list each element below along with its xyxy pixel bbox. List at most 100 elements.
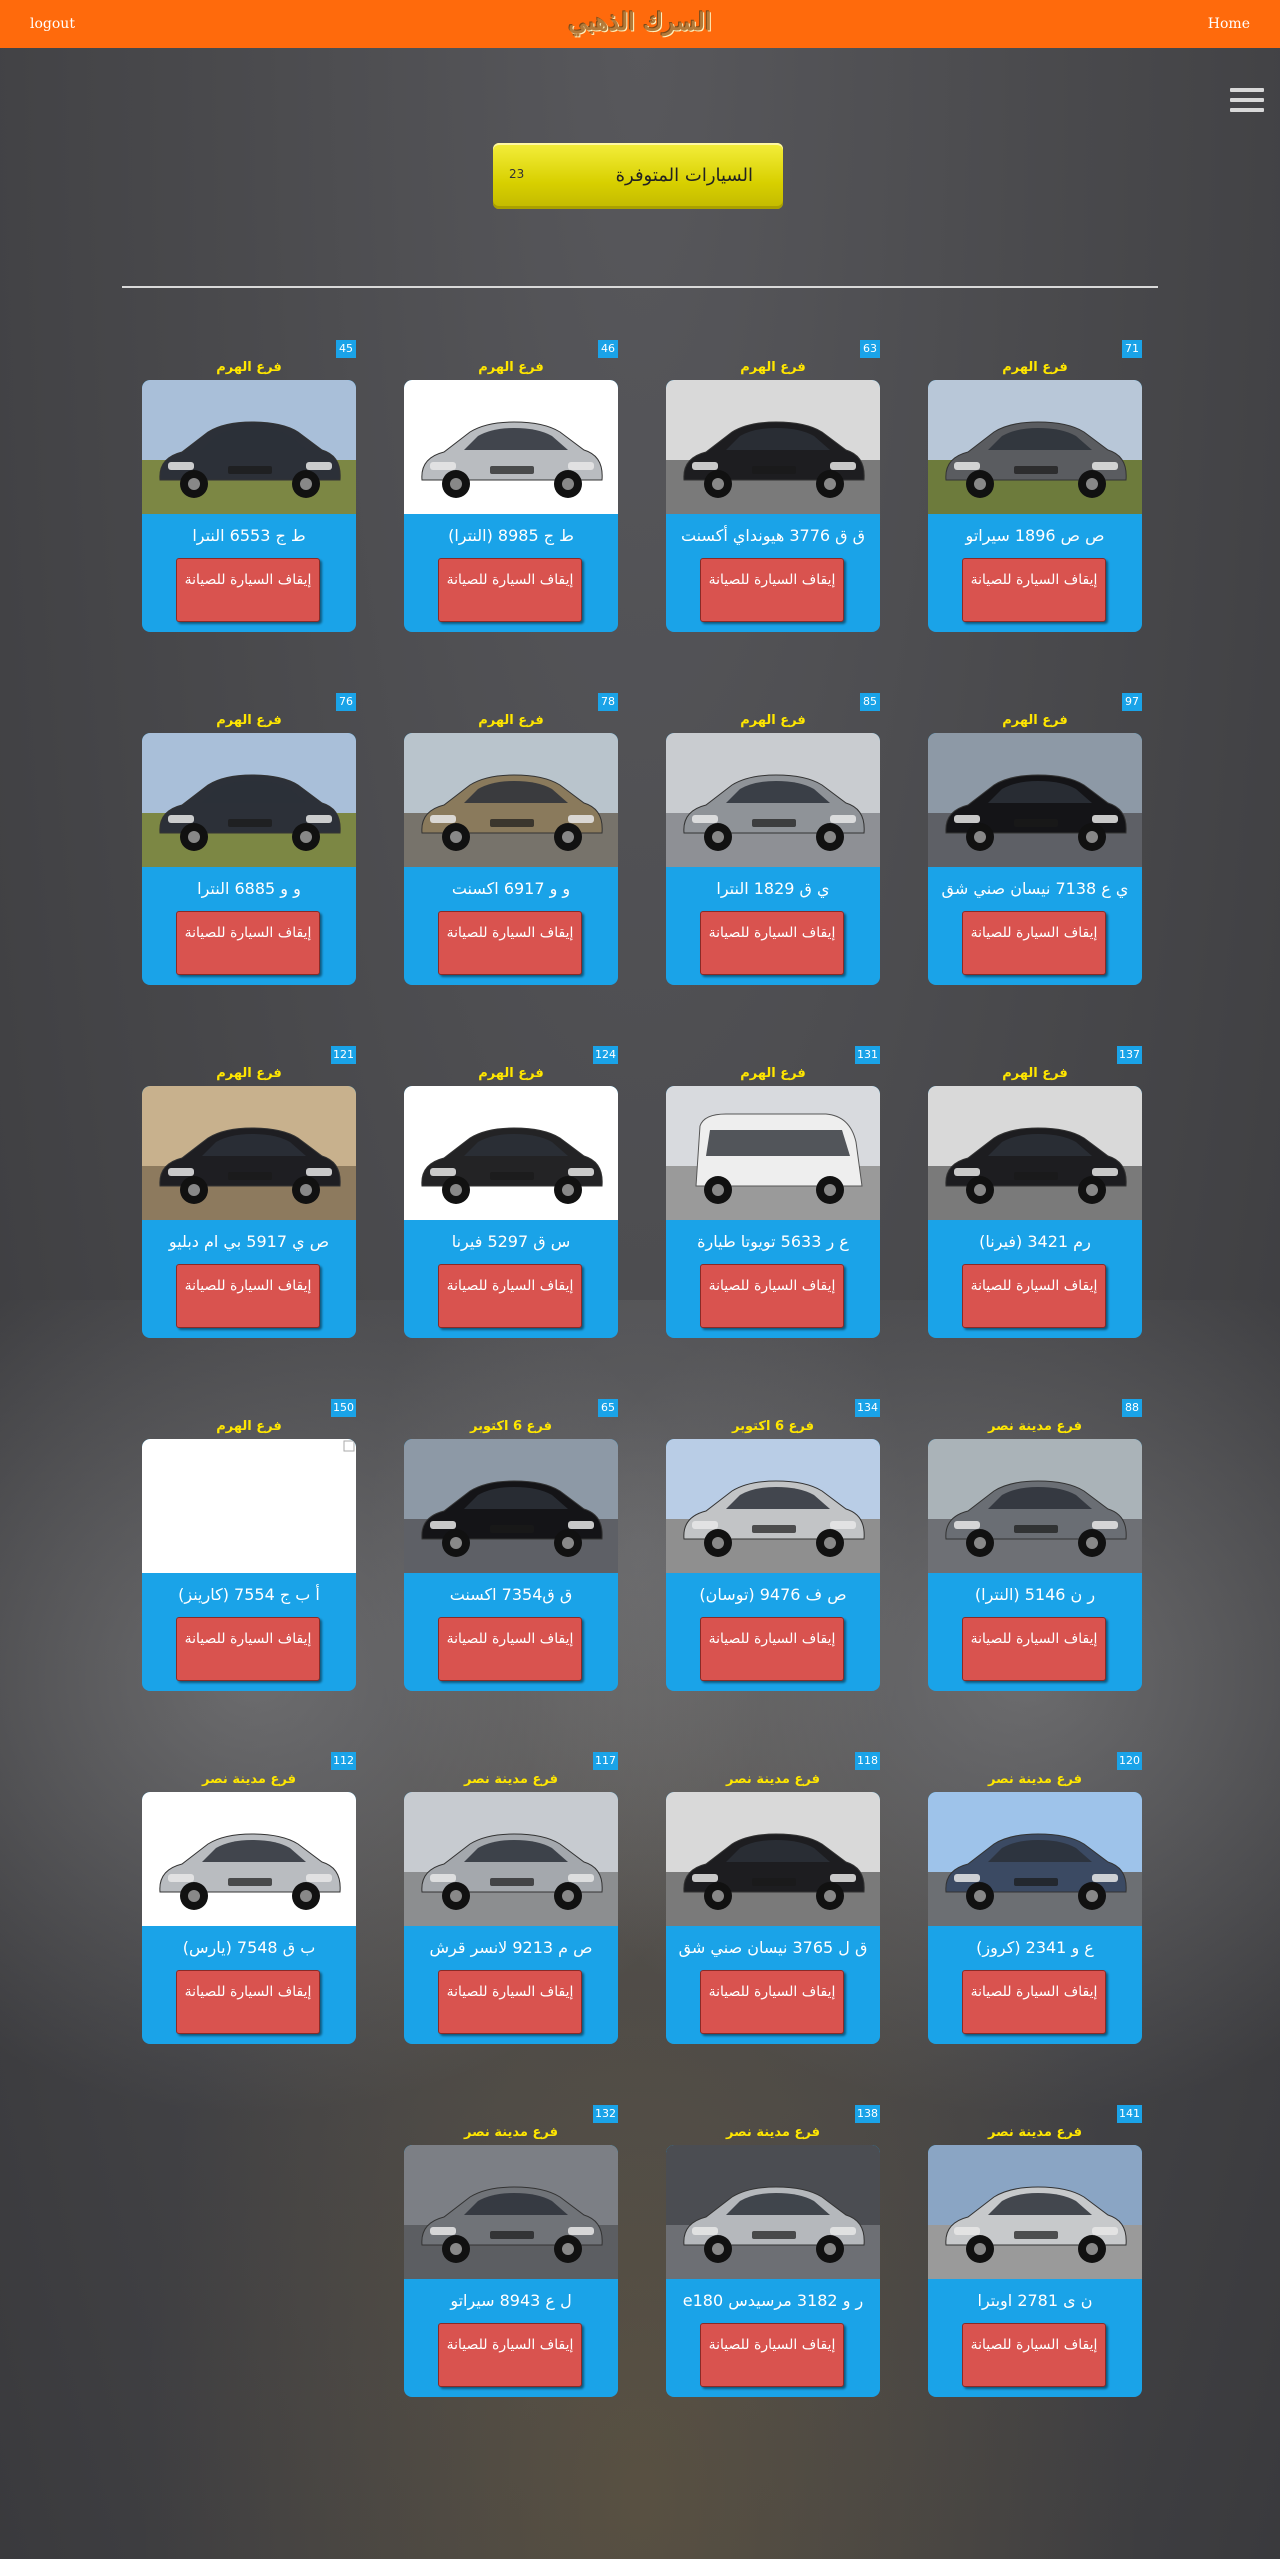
car-card-body: ق ق7354 اكسنت إيقاف السيارة للصيانة bbox=[404, 1439, 618, 1691]
car-card: 88 فرع مدينة نصر ر ن 5146 (النترا) إيقاف ا… bbox=[928, 1399, 1142, 1691]
car-card: 45 فرع الهرم ط ج 6553 النترا إيقاف السيارة… bbox=[142, 340, 356, 632]
car-photo bbox=[666, 2145, 880, 2279]
car-card-body: ر و 3182 مرسيدس e180 إيقاف السيارة للصيان… bbox=[666, 2145, 880, 2397]
car-branch: فرع الهرم bbox=[478, 360, 544, 375]
home-link[interactable]: Home bbox=[1208, 16, 1250, 32]
car-id-badge: 97 bbox=[1122, 693, 1142, 711]
car-branch: فرع الهرم bbox=[216, 1066, 282, 1081]
car-photo bbox=[928, 733, 1142, 867]
car-id-badge: 118 bbox=[855, 1752, 880, 1770]
car-branch: فرع الهرم bbox=[1002, 1066, 1068, 1081]
car-plate: ص م 9213 لانسر قرش bbox=[429, 1938, 593, 1957]
car-card-body: رم 3421 (فيرنا) إيقاف السيارة للصيانة bbox=[928, 1086, 1142, 1338]
stop-for-maintenance-button[interactable]: إيقاف السيارة للصيانة bbox=[438, 1970, 582, 2034]
car-card: 131 فرع الهرم ع ر 5633 تويوتا طيارة إيقاف … bbox=[666, 1046, 880, 1338]
car-card-body: ر ن 5146 (النترا) إيقاف السيارة للصيانة bbox=[928, 1439, 1142, 1691]
car-card: 132 فرع مدينة نصر ل ع 8943 سيراتو إيقاف ال… bbox=[404, 2105, 618, 2397]
car-branch: فرع مدينة نصر bbox=[988, 1419, 1082, 1434]
car-card: 63 فرع الهرم ق ق 3776 هيونداي أكسنت إيقاف … bbox=[666, 340, 880, 632]
car-card: 78 فرع الهرم و و 6917 اكسنت إيقاف السيارة … bbox=[404, 693, 618, 985]
car-photo bbox=[928, 380, 1142, 514]
car-plate: ن ى 2781 اوبترا bbox=[977, 2291, 1093, 2310]
car-plate: و و 6885 النترا bbox=[197, 879, 301, 898]
stop-for-maintenance-button[interactable]: إيقاف السيارة للصيانة bbox=[438, 558, 582, 622]
car-branch: فرع الهرم bbox=[216, 1419, 282, 1434]
car-card-body: س ق 5297 فيرنا إيقاف السيارة للصيانة bbox=[404, 1086, 618, 1338]
car-id-badge: 132 bbox=[593, 2105, 618, 2123]
stop-for-maintenance-button[interactable]: إيقاف السيارة للصيانة bbox=[438, 1264, 582, 1328]
divider bbox=[122, 286, 1158, 288]
car-photo bbox=[928, 1086, 1142, 1220]
logout-link[interactable]: logout bbox=[30, 16, 75, 32]
car-branch: فرع الهرم bbox=[740, 713, 806, 728]
stop-for-maintenance-button[interactable]: إيقاف السيارة للصيانة bbox=[962, 2323, 1106, 2387]
car-photo bbox=[404, 1792, 618, 1926]
car-id-badge: 78 bbox=[598, 693, 618, 711]
available-count: 23 bbox=[509, 167, 525, 181]
car-photo bbox=[928, 2145, 1142, 2279]
car-plate: ر و 3182 مرسيدس e180 bbox=[682, 2291, 864, 2310]
car-plate: ق ق 3776 هيونداي أكسنت bbox=[680, 526, 866, 545]
car-card-body: ي ق 1829 النترا إيقاف السيارة للصيانة bbox=[666, 733, 880, 985]
car-plate: ل ع 8943 سيراتو bbox=[450, 2291, 572, 2310]
available-cars-badge: 23 السيارات المتوفرة bbox=[493, 143, 783, 209]
stop-for-maintenance-button[interactable]: إيقاف السيارة للصيانة bbox=[176, 1970, 320, 2034]
car-card: 46 فرع الهرم ط ج 8985 (النترا) إيقاف السيا… bbox=[404, 340, 618, 632]
stop-for-maintenance-button[interactable]: إيقاف السيارة للصيانة bbox=[700, 1970, 844, 2034]
car-branch: فرع مدينة نصر bbox=[988, 1772, 1082, 1787]
car-plate: ص ف 9476 (توسان) bbox=[699, 1585, 847, 1604]
car-card: 141 فرع مدينة نصر ن ى 2781 اوبترا إيقاف ال… bbox=[928, 2105, 1142, 2397]
car-id-badge: 121 bbox=[331, 1046, 356, 1064]
car-card: 112 فرع مدينة نصر ب ق 7548 (يارس) إيقاف ال… bbox=[142, 1752, 356, 2044]
car-photo bbox=[404, 1086, 618, 1220]
stop-for-maintenance-button[interactable]: إيقاف السيارة للصيانة bbox=[700, 911, 844, 975]
car-card: 118 فرع مدينة نصر ق ل 3765 نيسان صني شق إي… bbox=[666, 1752, 880, 2044]
car-id-badge: 120 bbox=[1117, 1752, 1142, 1770]
car-plate: ع ر 5633 تويوتا طيارة bbox=[697, 1232, 849, 1251]
car-card-body: ي ع 7138 نيسان صني شق إيقاف السيارة للصيا… bbox=[928, 733, 1142, 985]
car-plate: ي ق 1829 النترا bbox=[716, 879, 830, 898]
car-plate: و و 6917 اكسنت bbox=[451, 879, 571, 898]
car-card: 117 فرع مدينة نصر ص م 9213 لانسر قرش إيقاف… bbox=[404, 1752, 618, 2044]
car-photo bbox=[142, 733, 356, 867]
car-id-badge: 85 bbox=[860, 693, 880, 711]
stop-for-maintenance-button[interactable]: إيقاف السيارة للصيانة bbox=[176, 1264, 320, 1328]
car-id-badge: 124 bbox=[593, 1046, 618, 1064]
car-card: 121 فرع الهرم ص ي 5917 بي ام دبليو إيقاف ا… bbox=[142, 1046, 356, 1338]
stop-for-maintenance-button[interactable]: إيقاف السيارة للصيانة bbox=[438, 2323, 582, 2387]
stop-for-maintenance-button[interactable]: إيقاف السيارة للصيانة bbox=[438, 911, 582, 975]
car-card-body: و و 6885 النترا إيقاف السيارة للصيانة bbox=[142, 733, 356, 985]
stop-for-maintenance-button[interactable]: إيقاف السيارة للصيانة bbox=[962, 1970, 1106, 2034]
car-plate: أ ب ج 7554 (كارينز) bbox=[178, 1585, 320, 1604]
car-card: 150 فرع الهرم أ ب ج 7554 (كارينز) إيقاف الس… bbox=[142, 1399, 356, 1691]
car-photo bbox=[404, 733, 618, 867]
stop-for-maintenance-button[interactable]: إيقاف السيارة للصيانة bbox=[176, 558, 320, 622]
stop-for-maintenance-button[interactable]: إيقاف السيارة للصيانة bbox=[700, 1264, 844, 1328]
car-plate: ط ج 8985 (النترا) bbox=[448, 526, 574, 545]
car-photo bbox=[142, 1792, 356, 1926]
stop-for-maintenance-button[interactable]: إيقاف السيارة للصيانة bbox=[176, 1617, 320, 1681]
stop-for-maintenance-button[interactable]: إيقاف السيارة للصيانة bbox=[700, 558, 844, 622]
stop-for-maintenance-button[interactable]: إيقاف السيارة للصيانة bbox=[962, 1617, 1106, 1681]
car-branch: فرع الهرم bbox=[1002, 713, 1068, 728]
stop-for-maintenance-button[interactable]: إيقاف السيارة للصيانة bbox=[176, 911, 320, 975]
car-branch: فرع الهرم bbox=[740, 360, 806, 375]
menu-icon[interactable] bbox=[1230, 88, 1264, 114]
stop-for-maintenance-button[interactable]: إيقاف السيارة للصيانة bbox=[700, 1617, 844, 1681]
car-card: 120 فرع مدينة نصر ع و 2341 (كروز) إيقاف ال… bbox=[928, 1752, 1142, 2044]
stop-for-maintenance-button[interactable]: إيقاف السيارة للصيانة bbox=[962, 558, 1106, 622]
car-card-body: ع و 2341 (كروز) إيقاف السيارة للصيانة bbox=[928, 1792, 1142, 2044]
car-branch: فرع مدينة نصر bbox=[988, 2125, 1082, 2140]
top-bar: logout السرك الذهبي Home bbox=[0, 0, 1280, 48]
stop-for-maintenance-button[interactable]: إيقاف السيارة للصيانة bbox=[962, 1264, 1106, 1328]
car-photo bbox=[142, 380, 356, 514]
available-label: السيارات المتوفرة bbox=[615, 165, 753, 186]
stop-for-maintenance-button[interactable]: إيقاف السيارة للصيانة bbox=[700, 2323, 844, 2387]
car-branch: فرع مدينة نصر bbox=[726, 2125, 820, 2140]
car-card-body: ص م 9213 لانسر قرش إيقاف السيارة للصيانة bbox=[404, 1792, 618, 2044]
car-card: 138 فرع مدينة نصر ر و 3182 مرسيدس e180 إيق… bbox=[666, 2105, 880, 2397]
car-branch: فرع الهرم bbox=[216, 360, 282, 375]
stop-for-maintenance-button[interactable]: إيقاف السيارة للصيانة bbox=[438, 1617, 582, 1681]
stop-for-maintenance-button[interactable]: إيقاف السيارة للصيانة bbox=[962, 911, 1106, 975]
car-photo bbox=[666, 1086, 880, 1220]
